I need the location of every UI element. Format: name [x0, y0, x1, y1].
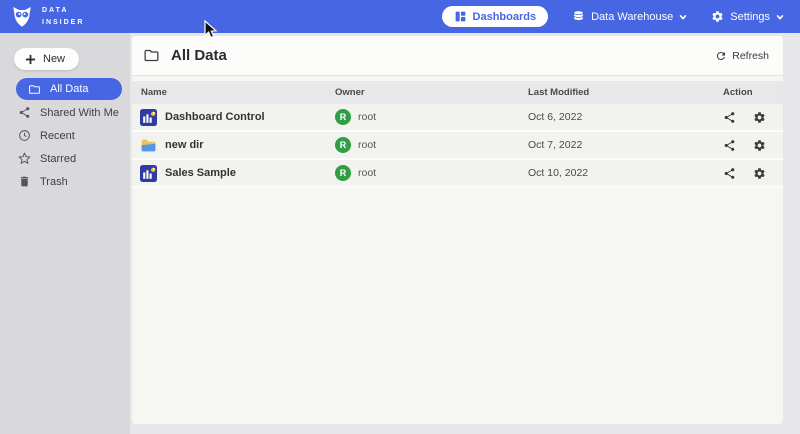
sidebar-item-label: Trash — [40, 176, 68, 188]
folder-file-icon — [140, 137, 157, 154]
owner-cell: R root — [335, 165, 528, 181]
owner-avatar: R — [335, 165, 351, 181]
dashboard-file-icon — [140, 165, 157, 182]
gear-icon[interactable] — [753, 167, 766, 180]
owner-name: root — [358, 167, 376, 179]
sidebar-item-trash[interactable]: Trash — [0, 170, 130, 193]
last-modified: Oct 7, 2022 — [528, 139, 723, 151]
owner-name: root — [358, 139, 376, 151]
nav-settings[interactable]: Settings — [711, 10, 784, 23]
dashboard-file-icon — [140, 109, 157, 126]
chevron-down-icon — [679, 13, 687, 21]
brand-logo: DATA INSIDER — [10, 5, 84, 29]
last-modified: Oct 10, 2022 — [528, 167, 723, 179]
page-title: All Data — [171, 47, 227, 64]
star-icon — [18, 152, 31, 165]
column-header-name: Name — [132, 87, 335, 98]
name-cell: Sales Sample — [132, 165, 335, 182]
column-header-last-modified: Last Modified — [528, 87, 723, 98]
chevron-down-icon — [776, 13, 784, 21]
page-titlebar: All Data Refresh — [132, 36, 783, 76]
share-icon[interactable] — [723, 167, 736, 180]
nav-data-warehouse[interactable]: Data Warehouse — [572, 10, 687, 23]
gear-icon — [711, 10, 724, 23]
new-button[interactable]: New — [14, 48, 79, 70]
app-window: DATA INSIDER Dashboards Data Warehouse — [0, 0, 800, 434]
owner-name: root — [358, 111, 376, 123]
last-modified: Oct 6, 2022 — [528, 111, 723, 123]
sidebar-item-label: All Data — [50, 83, 89, 95]
sidebar-item-label: Shared With Me — [40, 107, 119, 119]
owner-cell: R root — [335, 109, 528, 125]
clock-icon — [18, 129, 31, 142]
sidebar-item-recent[interactable]: Recent — [0, 124, 130, 147]
new-button-label: New — [43, 53, 65, 65]
column-header-action: Action — [723, 87, 783, 98]
refresh-label: Refresh — [732, 50, 769, 62]
name-cell: Dashboard Control — [132, 109, 335, 126]
share-icon[interactable] — [723, 111, 736, 124]
owl-logo-icon — [10, 5, 34, 29]
folder-icon — [28, 83, 41, 96]
share-icon[interactable] — [723, 139, 736, 152]
header-nav: Dashboards Data Warehouse Settings — [442, 6, 784, 27]
table-row[interactable]: Sales Sample R root Oct 10, 2022 — [132, 160, 783, 188]
refresh-button[interactable]: Refresh — [715, 50, 769, 62]
file-name[interactable]: Dashboard Control — [165, 111, 265, 123]
file-name[interactable]: new dir — [165, 139, 204, 151]
nav-label: Settings — [730, 11, 770, 23]
owner-avatar: R — [335, 137, 351, 153]
sidebar: New All Data Shared With Me Rece — [0, 33, 130, 434]
refresh-icon — [715, 50, 727, 62]
sidebar-item-shared-with-me[interactable]: Shared With Me — [0, 101, 130, 124]
sidebar-item-all-data[interactable]: All Data — [16, 78, 122, 100]
sidebar-item-label: Starred — [40, 153, 76, 165]
table-row[interactable]: new dir R root Oct 7, 2022 — [132, 132, 783, 160]
nav-label: Data Warehouse — [591, 11, 673, 23]
owner-cell: R root — [335, 137, 528, 153]
database-icon — [572, 10, 585, 23]
plus-icon — [25, 54, 36, 65]
brand-name: DATA INSIDER — [42, 5, 84, 27]
column-header-owner: Owner — [335, 87, 528, 98]
file-name[interactable]: Sales Sample — [165, 167, 236, 179]
dashboard-grid-icon — [454, 10, 467, 23]
nav-dashboards[interactable]: Dashboards — [442, 6, 549, 27]
owner-avatar: R — [335, 109, 351, 125]
trash-icon — [18, 175, 31, 188]
sidebar-item-starred[interactable]: Starred — [0, 147, 130, 170]
table-header: Name Owner Last Modified Action — [132, 81, 783, 104]
content-panel: All Data Refresh Name Owner Last Modifie… — [132, 36, 783, 424]
mouse-cursor — [204, 20, 219, 40]
folder-outline-icon — [143, 47, 160, 64]
sidebar-item-label: Recent — [40, 130, 75, 142]
main-area: All Data Refresh Name Owner Last Modifie… — [130, 33, 800, 434]
action-cell — [723, 167, 783, 180]
table-row[interactable]: Dashboard Control R root Oct 6, 2022 — [132, 104, 783, 132]
share-nodes-icon — [18, 106, 31, 119]
top-header: DATA INSIDER Dashboards Data Warehouse — [0, 0, 800, 33]
gear-icon[interactable] — [753, 111, 766, 124]
action-cell — [723, 111, 783, 124]
action-cell — [723, 139, 783, 152]
nav-label: Dashboards — [473, 11, 537, 23]
name-cell: new dir — [132, 137, 335, 154]
sidebar-nav: All Data Shared With Me Recent Starr — [0, 78, 130, 193]
gear-icon[interactable] — [753, 139, 766, 152]
